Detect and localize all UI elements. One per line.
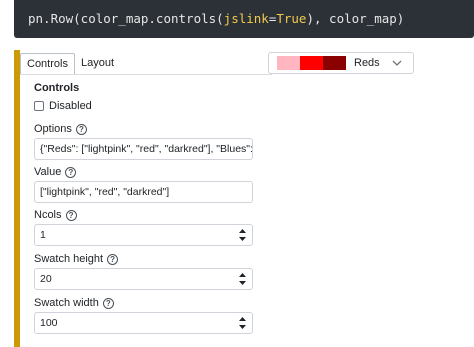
swatch-height-label: Swatch height	[34, 253, 104, 265]
swatch-darkred	[323, 56, 346, 70]
code-cell: pn.Row(color_map.controls(jslink=True), …	[14, 0, 474, 38]
swatch-height-input[interactable]: 20	[34, 268, 253, 290]
value-label: Value	[34, 166, 62, 178]
tab-layout[interactable]: Layout	[75, 53, 120, 75]
help-icon[interactable]: ?	[107, 253, 119, 265]
spinner-arrows-icon[interactable]	[239, 316, 246, 330]
disabled-checkbox[interactable]	[34, 101, 44, 111]
disabled-label: Disabled	[49, 100, 92, 112]
help-icon[interactable]: ?	[102, 297, 114, 309]
color-map-selected-label: Reds	[354, 57, 380, 69]
help-icon[interactable]: ?	[75, 123, 87, 135]
spinner-arrows-icon[interactable]	[239, 272, 246, 286]
code-prefix: pn.Row(color_map.controls(	[28, 11, 224, 26]
value-input[interactable]: ["lightpink", "red", "darkred"]	[34, 181, 253, 203]
code-value: True	[276, 11, 307, 26]
help-icon[interactable]: ?	[65, 209, 77, 221]
help-icon[interactable]: ?	[65, 166, 77, 178]
swatch-lightpink	[277, 56, 300, 70]
code-suffix: ), color_map)	[306, 11, 405, 26]
code-keyword: jslink	[223, 11, 269, 26]
disabled-checkbox-row[interactable]: Disabled	[34, 100, 92, 112]
tab-divider	[20, 74, 272, 75]
swatch-height-value: 20	[40, 273, 52, 285]
ncols-input[interactable]: 1	[34, 224, 253, 246]
swatch-red	[300, 56, 323, 70]
ncols-label: Ncols	[34, 209, 62, 221]
swatch-width-input[interactable]: 100	[34, 312, 253, 334]
color-map-select[interactable]: Reds	[268, 52, 414, 74]
swatch-width-value: 100	[40, 317, 58, 329]
controls-section-title: Controls	[34, 82, 80, 94]
options-input[interactable]: {"Reds": ["lightpink", "red", "darkred"]…	[34, 138, 253, 160]
ncols-value: 1	[40, 229, 46, 241]
swatch-height-label-row: Swatch height ?	[34, 253, 119, 265]
swatch-width-label-row: Swatch width ?	[34, 297, 114, 309]
tab-bar: Controls Layout	[20, 53, 120, 75]
options-label-row: Options ?	[34, 123, 87, 135]
tab-controls[interactable]: Controls	[20, 53, 75, 75]
accent-bar	[14, 50, 20, 347]
value-label-row: Value ?	[34, 166, 77, 178]
ncols-label-row: Ncols ?	[34, 209, 77, 221]
swatch-width-label: Swatch width	[34, 297, 99, 309]
options-label: Options	[34, 123, 72, 135]
chevron-down-icon	[392, 60, 402, 66]
spinner-arrows-icon[interactable]	[239, 228, 246, 242]
